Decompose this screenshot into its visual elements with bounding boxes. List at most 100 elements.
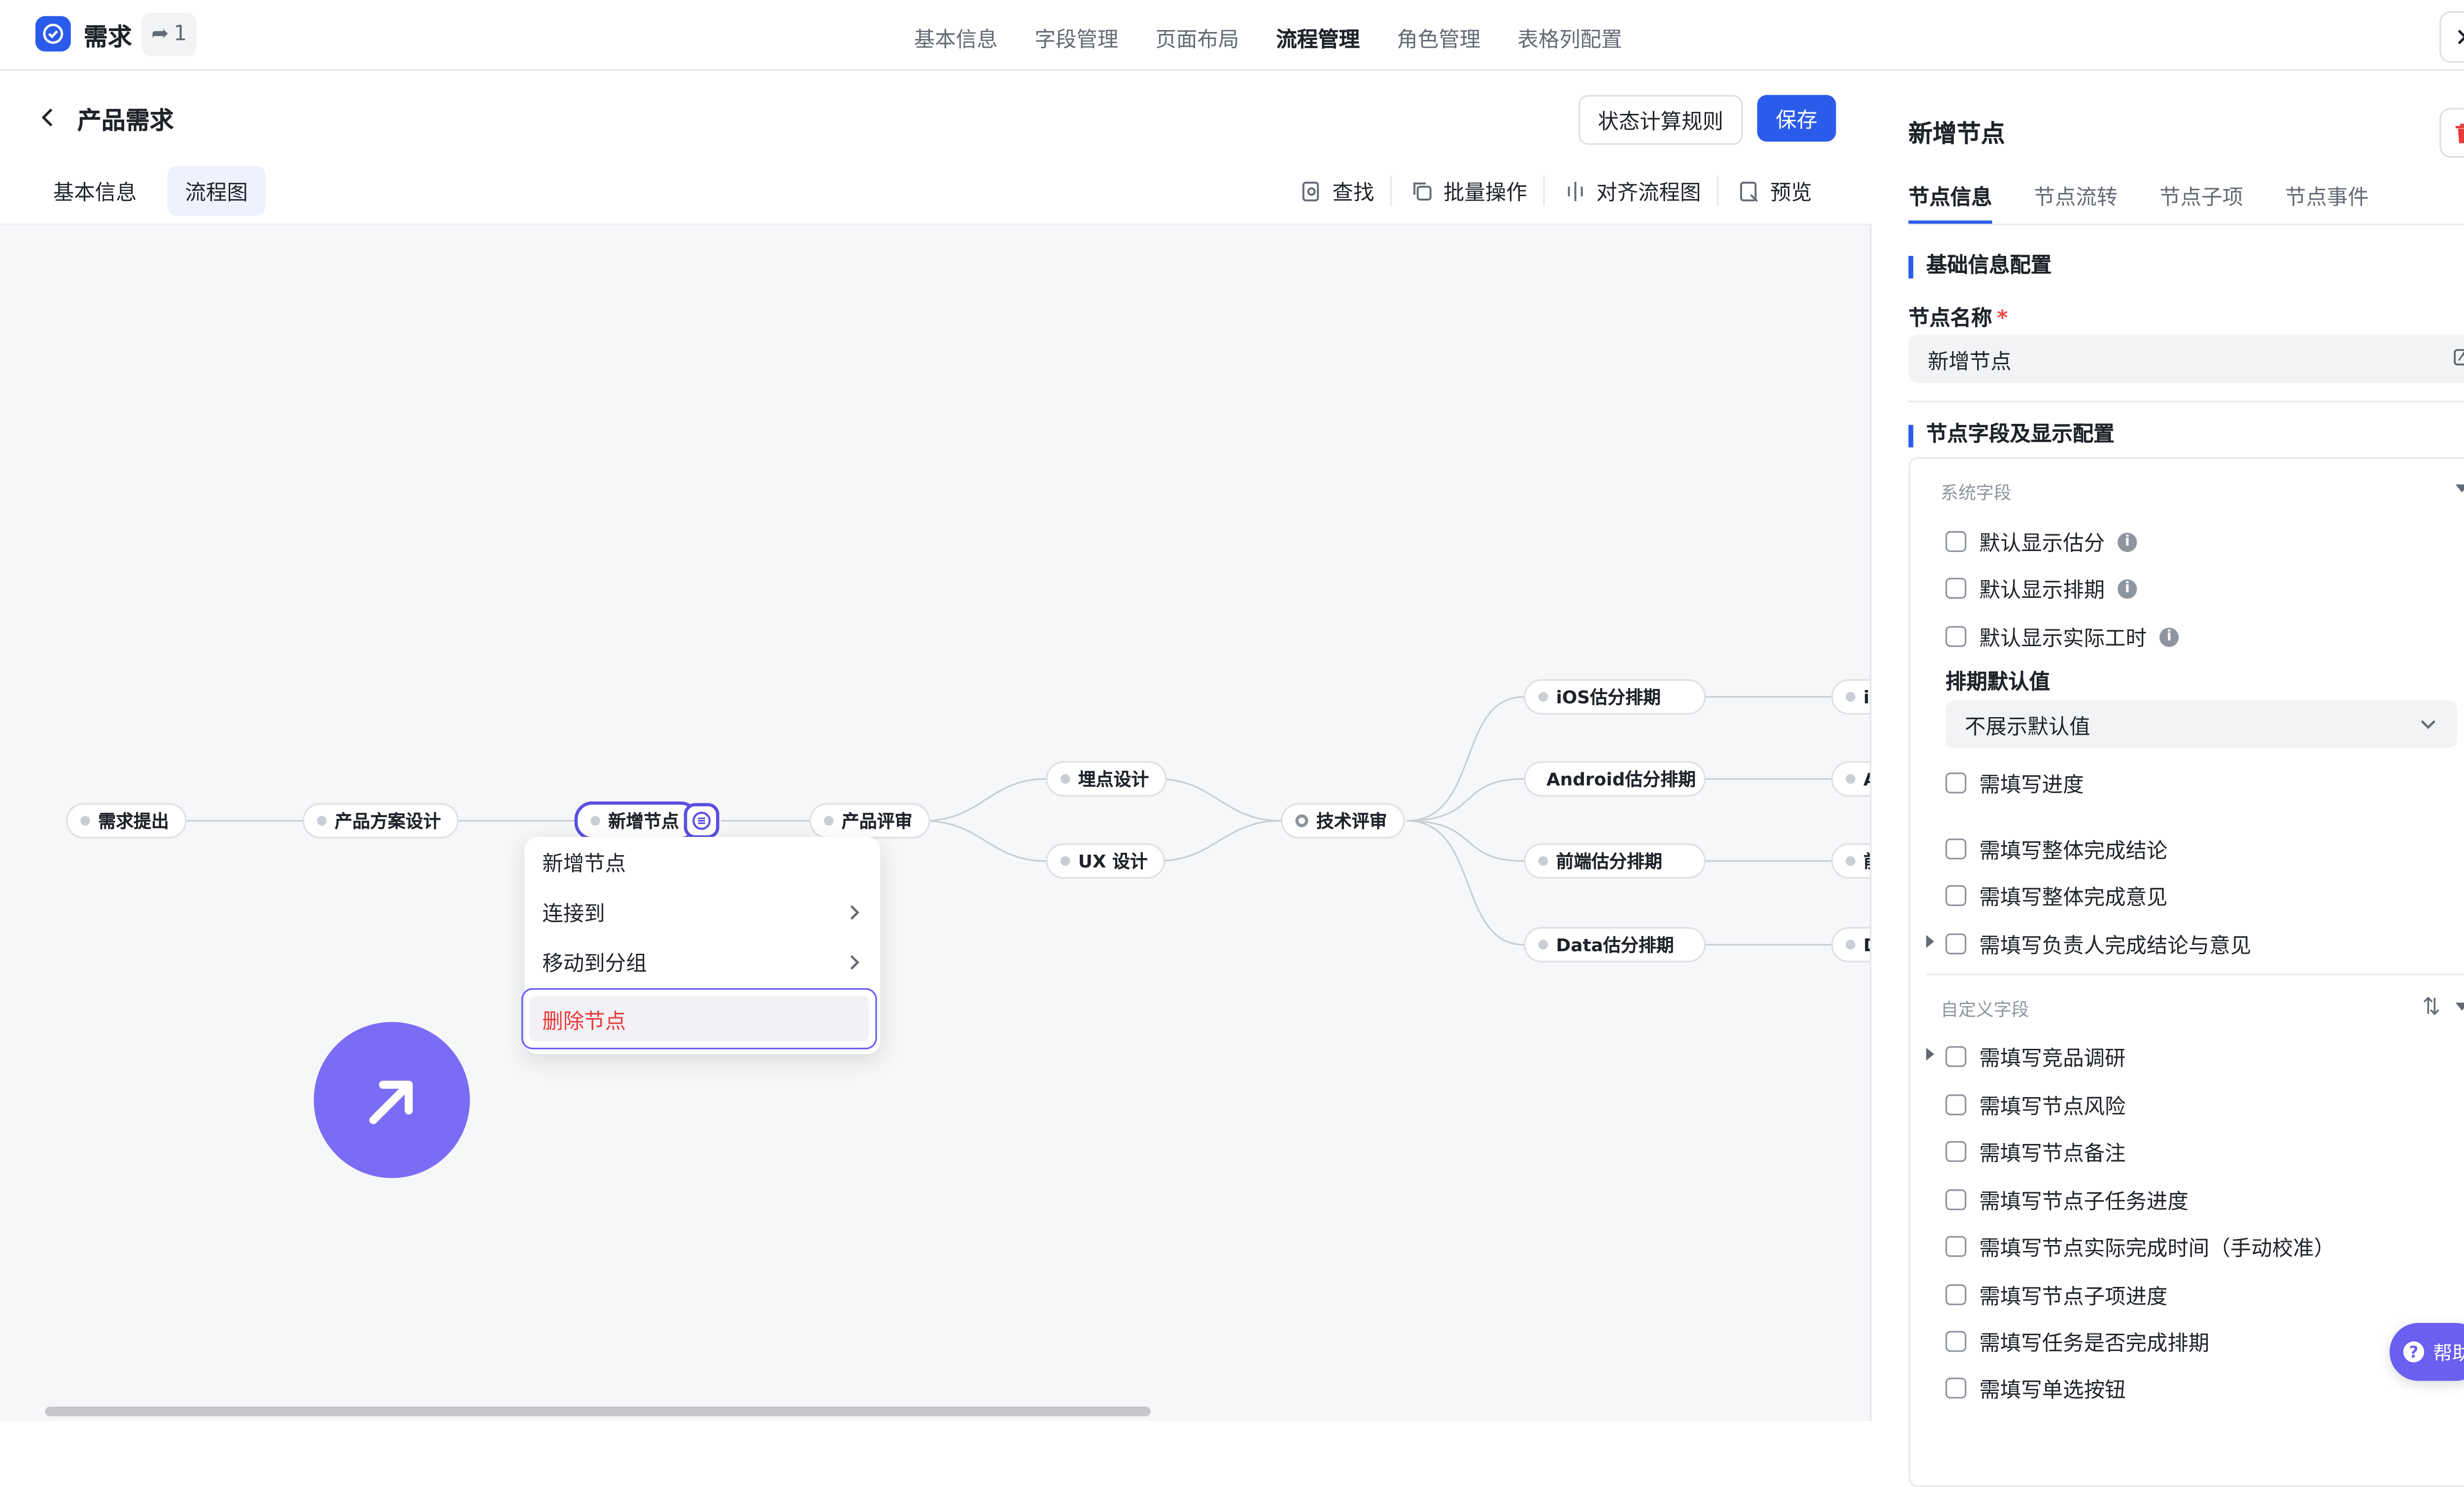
flow-canvas[interactable]: 需求提出 产品方案设计 新增节点 产品评审 埋点设计 UX 设计 技术评审 iO… <box>0 223 1872 1421</box>
menu-item-add-node[interactable]: 新增节点 <box>524 837 880 887</box>
flow-node-frontend-estimate[interactable]: 前端估分排期 <box>1524 843 1706 879</box>
flow-node-clipped-frontend[interactable]: 前 <box>1831 843 1870 879</box>
checkbox-row-overall-opinion[interactable]: 需填写整体完成意见 <box>1945 880 2167 911</box>
find-button[interactable]: 查找 <box>1300 175 1392 206</box>
schedule-default-label: 排期默认值 <box>1945 671 2051 695</box>
node-dot <box>1060 774 1070 784</box>
node-dot <box>1538 856 1548 866</box>
expand-arrow-icon[interactable] <box>1926 935 1934 948</box>
flow-node-ux-design[interactable]: UX 设计 <box>1046 843 1165 879</box>
checkbox-row-subitem-progress[interactable]: 需填写节点子项进度 <box>1945 1280 2167 1310</box>
checkbox[interactable] <box>1945 1378 1967 1399</box>
panel-tabs: 节点信息 节点流转 节点子项 节点事件 <box>1908 180 2464 226</box>
checkbox[interactable] <box>1945 1141 1967 1162</box>
checkbox-row-overall-conclusion[interactable]: 需填写整体完成结论 <box>1945 833 2167 864</box>
flow-node-clipped-data[interactable]: D <box>1831 927 1870 963</box>
checkbox[interactable] <box>1945 1284 1967 1306</box>
flow-node-product-design[interactable]: 产品方案设计 <box>302 803 459 839</box>
info-icon[interactable]: i <box>2159 626 2179 647</box>
checkbox-row-competitor-research[interactable]: 需填写竞品调研 <box>1945 1041 2126 1072</box>
node-more-button[interactable] <box>684 803 719 839</box>
flow-node-clipped-android[interactable]: A <box>1831 761 1870 797</box>
checkbox[interactable] <box>1945 1331 1967 1352</box>
top-tab-page-layout[interactable]: 页面布局 <box>1156 23 1239 53</box>
checkbox-row-default-actual-hours[interactable]: 默认显示实际工时 i <box>1945 621 2179 652</box>
collapse-system-fields[interactable] <box>2454 480 2464 500</box>
close-button[interactable] <box>2439 11 2464 63</box>
page-title: 产品需求 <box>77 106 174 136</box>
info-icon[interactable]: i <box>2118 578 2137 598</box>
canvas-horizontal-scrollbar[interactable] <box>45 1406 1151 1417</box>
tab-node-transition[interactable]: 节点流转 <box>2034 180 2118 224</box>
flow-node-new-node[interactable]: 新增节点 <box>574 801 699 840</box>
group-divider <box>1926 973 2464 975</box>
flow-node-requirement-raised[interactable]: 需求提出 <box>66 803 187 839</box>
top-tab-table-columns[interactable]: 表格列配置 <box>1517 23 1622 53</box>
checkbox[interactable] <box>1945 933 1967 955</box>
batch-operation-button[interactable]: 批量操作 <box>1411 175 1545 206</box>
checkbox[interactable] <box>1945 531 1967 552</box>
checkbox-row-owner-conclusion[interactable]: 需填写负责人完成结论与意见 <box>1945 929 2251 959</box>
node-name-input[interactable]: 新增节点 <box>1908 335 2464 383</box>
flow-node-ios-estimate[interactable]: iOS估分排期 <box>1524 679 1706 715</box>
checkbox[interactable] <box>1945 838 1967 860</box>
checkbox[interactable] <box>1945 1189 1967 1210</box>
top-tab-role-management[interactable]: 角色管理 <box>1397 23 1480 53</box>
top-tab-process-management[interactable]: 流程管理 <box>1276 23 1360 53</box>
status-rule-button[interactable]: 状态计算规则 <box>1578 95 1743 145</box>
info-icon[interactable]: i <box>2118 532 2137 552</box>
preview-icon <box>1740 181 1758 201</box>
node-dot <box>317 816 327 826</box>
back-button[interactable] <box>37 103 60 138</box>
flow-node-android-estimate[interactable]: Android估分排期 <box>1524 761 1706 797</box>
tab-node-info[interactable]: 节点信息 <box>1908 180 1992 224</box>
tab-basic-info[interactable]: 基本信息 <box>35 166 155 215</box>
flow-node-tech-review[interactable]: 技术评审 <box>1281 803 1405 839</box>
tab-node-events[interactable]: 节点事件 <box>2285 180 2369 224</box>
panel-title: 新增节点 <box>1908 119 2005 148</box>
checkbox[interactable] <box>1945 885 1967 906</box>
delete-node-button[interactable] <box>2439 107 2464 158</box>
caret-down-icon[interactable] <box>2454 998 2464 1014</box>
menu-item-move-to-group[interactable]: 移动到分组 <box>524 936 880 986</box>
flow-node-clipped-ios[interactable]: iC <box>1831 679 1870 715</box>
edit-language-icon[interactable] <box>2452 346 2464 375</box>
align-flowchart-button[interactable]: 对齐流程图 <box>1564 175 1719 206</box>
checkbox-row-schedule-done[interactable]: 需填写任务是否完成排期 <box>1945 1326 2209 1357</box>
checkbox-row-default-estimate[interactable]: 默认显示估分 i <box>1945 526 2137 557</box>
checkbox[interactable] <box>1945 772 1967 794</box>
checkbox-row-subtask-progress[interactable]: 需填写节点子任务进度 <box>1945 1184 2189 1215</box>
top-tab-basic-info[interactable]: 基本信息 <box>914 23 998 53</box>
delete-node-label: 删除节点 <box>529 996 869 1041</box>
node-dot <box>1295 814 1308 828</box>
chevron-right-icon <box>850 904 859 919</box>
schedule-default-select[interactable]: 不展示默认值 <box>1945 700 2458 749</box>
checkbox-row-node-notes[interactable]: 需填写节点备注 <box>1945 1136 2126 1167</box>
checkbox[interactable] <box>1945 1046 1967 1067</box>
checkbox[interactable] <box>1945 1236 1967 1257</box>
checkbox[interactable] <box>1945 578 1967 599</box>
menu-item-delete-node[interactable]: 删除节点 <box>521 988 877 1049</box>
help-button[interactable]: ? 帮助 <box>2389 1323 2464 1381</box>
flow-node-tracking-design[interactable]: 埋点设计 <box>1046 761 1167 797</box>
save-button[interactable]: 保存 <box>1757 95 1836 142</box>
menu-item-connect-to[interactable]: 连接到 <box>524 887 880 936</box>
checkbox[interactable] <box>1945 1094 1967 1115</box>
tab-node-subitems[interactable]: 节点子项 <box>2159 180 2243 224</box>
checkbox[interactable] <box>1945 626 1967 647</box>
checkbox-row-progress[interactable]: 需填写进度 <box>1945 768 2084 798</box>
checkbox-row-node-risk[interactable]: 需填写节点风险 <box>1945 1090 2126 1120</box>
flow-node-product-review[interactable]: 产品评审 <box>809 803 930 839</box>
expand-arrow-icon[interactable] <box>1926 1047 1934 1061</box>
checkbox-row-radio-button[interactable]: 需填写单选按钮 <box>1945 1373 2126 1403</box>
share-count-chip[interactable]: ➦ 1 <box>141 13 197 57</box>
checkbox-row-default-schedule[interactable]: 默认显示排期 i <box>1945 573 2137 603</box>
sort-icon[interactable] <box>2422 996 2441 1015</box>
search-doc-icon <box>1302 181 1319 201</box>
flow-node-data-estimate[interactable]: Data估分排期 <box>1524 927 1706 963</box>
top-tab-field-management[interactable]: 字段管理 <box>1035 23 1119 53</box>
checkbox-row-actual-completion[interactable]: 需填写节点实际完成时间（手动校准） <box>1945 1231 2335 1262</box>
tab-flowchart[interactable]: 流程图 <box>167 166 266 216</box>
share-count: 1 <box>173 22 187 47</box>
preview-button[interactable]: 预览 <box>1738 175 1828 206</box>
